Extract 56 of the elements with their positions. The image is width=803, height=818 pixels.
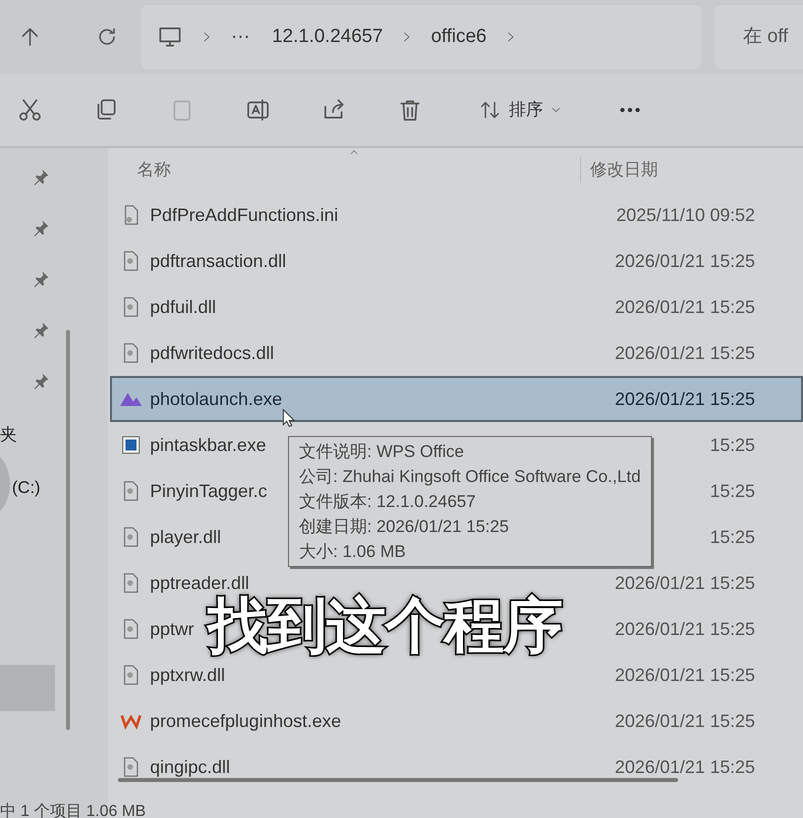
file-name[interactable]: pdftransaction.dll <box>150 248 286 274</box>
modified-date: 2026/01/21 15:25 <box>614 710 755 732</box>
file-name[interactable]: player.dll <box>150 524 222 550</box>
file-name[interactable]: pptwr <box>150 616 194 642</box>
modified-date: 2025/11/10 09:52 <box>616 204 755 226</box>
status-text: 中 1 个项目 1.06 MB <box>0 802 146 818</box>
pin-icon <box>32 321 50 339</box>
file-name[interactable]: pptreader.dll <box>150 570 250 596</box>
selection-highlight <box>0 665 55 711</box>
modified-date: 2026/01/21 15:25 <box>614 250 755 272</box>
pin-icon <box>32 372 50 390</box>
app-window-icon <box>120 434 142 456</box>
sort-button[interactable]: 排序 <box>473 93 567 127</box>
modified-date: 15:25 <box>710 526 755 548</box>
rename-icon[interactable] <box>245 97 271 123</box>
modified-date: 2026/01/21 15:25 <box>614 296 755 318</box>
subtitle-caption: 找到这个程序 <box>208 596 562 656</box>
modified-date: 2026/01/21 15:25 <box>614 342 755 364</box>
file-name[interactable]: qingipc.dll <box>150 754 230 780</box>
sort-caret-icon <box>348 148 360 156</box>
breadcrumb-item[interactable]: ··· <box>231 22 250 52</box>
pin-icon <box>32 270 50 288</box>
file-name[interactable]: pdfwritedocs.dll <box>150 340 274 366</box>
breadcrumb-item[interactable]: office6 <box>430 22 487 52</box>
file-name[interactable]: photolaunch.exe <box>150 386 282 412</box>
breadcrumb-item[interactable]: 12.1.0.24657 <box>272 22 383 52</box>
modified-date: 2026/01/21 15:25 <box>614 572 755 594</box>
file-name[interactable]: PdfPreAddFunctions.ini <box>150 202 338 228</box>
modified-date: 15:25 <box>710 434 755 456</box>
modified-date: 2026/01/21 15:25 <box>614 618 755 640</box>
column-header[interactable]: 修改日期 <box>580 157 658 183</box>
tooltip-line: 公司: Zhuhai Kingsoft Office Software Co.,Ltd <box>299 466 641 488</box>
file-name[interactable]: pintaskbar.exe <box>150 432 266 458</box>
modified-date: 2026/01/21 15:25 <box>614 664 755 686</box>
file-name[interactable]: pdfuil.dll <box>150 294 216 320</box>
file-name[interactable]: pptxrw.dll <box>150 662 226 688</box>
search-field[interactable]: 在 off <box>715 5 803 69</box>
cut-icon[interactable] <box>17 97 43 123</box>
sidebar-item[interactable]: 夹 <box>0 422 17 448</box>
tooltip-line: 文件说明: WPS Office <box>299 441 465 463</box>
pin-icon <box>32 168 50 186</box>
column-header[interactable]: 名称 <box>137 157 580 183</box>
tooltip-line: 大小: 1.06 MB <box>299 541 407 563</box>
modified-date: 2026/01/21 15:25 <box>614 756 755 778</box>
pin-icon <box>32 219 50 237</box>
mountain-icon <box>120 392 142 406</box>
file-name[interactable]: promecefpluginhost.exe <box>150 708 342 734</box>
modified-date: 15:25 <box>710 480 755 502</box>
tooltip-line: 文件版本: 12.1.0.24657 <box>299 491 477 513</box>
caret-icon <box>551 105 561 115</box>
tooltip-line: 创建日期: 2026/01/21 15:25 <box>299 516 510 538</box>
modified-date: 2026/01/21 15:25 <box>614 388 755 410</box>
file-name[interactable]: PinyinTagger.c <box>150 478 268 504</box>
sort-icon <box>479 99 501 121</box>
selected-row[interactable]: photolaunch.exe 2026/01/21 15:25 <box>110 376 803 422</box>
sidebar-item[interactable]: (C:) <box>12 475 40 500</box>
